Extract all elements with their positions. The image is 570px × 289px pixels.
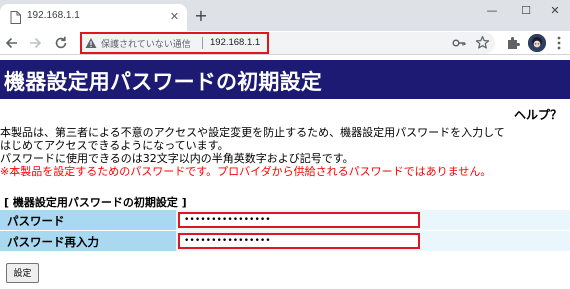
password-confirm-label-cell: パスワード再入力 <box>0 231 176 251</box>
description-line: はじめてアクセスできるようになっています。 <box>0 139 229 152</box>
password-confirm-label: パスワード再入力 <box>7 235 99 249</box>
password-confirm-row: パスワード再入力 •••••••••••••••• <box>0 231 570 251</box>
password-label-cell: パスワード <box>0 210 176 230</box>
warning-note: ※本製品を設定するためのパスワードです。プロバイダから供給されるパスワードではあ… <box>0 165 492 178</box>
section-title: [ 機器設定用パスワードの初期設定 ] <box>4 196 187 209</box>
bookmark-star-icon[interactable] <box>475 35 490 50</box>
maximize-button[interactable]: ☐ <box>511 2 541 20</box>
description-block: 本製品は、第三者による不意のアクセスや設定変更を防止するため、機器設定用パスワー… <box>0 126 570 178</box>
browser-toolbar: 保護されていない通信 192.168.1.1 <box>0 31 570 55</box>
key-icon[interactable] <box>452 36 466 50</box>
back-arrow-icon[interactable] <box>3 34 21 52</box>
tab-title: 192.168.1.1 <box>27 10 80 21</box>
tab-strip: 192.168.1.1 ✕ + — ☐ ✕ <box>0 0 570 31</box>
browser-tab[interactable]: 192.168.1.1 ✕ <box>0 4 187 31</box>
kebab-menu-icon[interactable] <box>555 35 563 51</box>
profile-avatar-icon <box>528 34 546 52</box>
page-title: 機器設定用パスワードの初期設定 <box>4 70 322 94</box>
password-field-cell: •••••••••••••••• <box>176 210 570 230</box>
page-header-banner: 機器設定用パスワードの初期設定 <box>0 60 570 99</box>
security-status-text[interactable]: 保護されていない通信 <box>101 37 191 50</box>
page-favicon-icon <box>10 11 21 24</box>
password-row: パスワード •••••••••••••••• <box>0 210 570 230</box>
password-label: パスワード <box>7 214 65 228</box>
forward-arrow-icon[interactable] <box>26 34 44 52</box>
tab-close-icon[interactable]: ✕ <box>168 10 181 23</box>
password-confirm-field-cell: •••••••••••••••• <box>176 231 570 251</box>
password-input[interactable]: •••••••••••••••• <box>178 212 420 228</box>
profile-avatar[interactable] <box>528 34 546 52</box>
minimize-button[interactable]: — <box>477 2 507 20</box>
warning-icon[interactable] <box>85 37 97 49</box>
submit-button[interactable]: 設定 <box>6 263 39 283</box>
extensions-puzzle-icon[interactable] <box>506 36 520 50</box>
reload-icon[interactable] <box>52 34 70 52</box>
password-form-table: パスワード •••••••••••••••• パスワード再入力 ••••••••… <box>0 210 570 252</box>
url-text[interactable]: 192.168.1.1 <box>210 37 260 48</box>
new-tab-button[interactable]: + <box>193 8 209 24</box>
description-line: 本製品は、第三者による不意のアクセスや設定変更を防止するため、機器設定用パスワー… <box>0 126 505 139</box>
address-bar[interactable]: 保護されていない通信 192.168.1.1 <box>80 32 495 54</box>
password-confirm-input[interactable]: •••••••••••••••• <box>178 233 420 249</box>
window-close-button[interactable]: ✕ <box>540 2 570 20</box>
description-line: パスワードに使用できるのは32文字以内の半角英数字および記号です。 <box>0 152 354 165</box>
help-link[interactable]: ヘルプ？ <box>514 106 562 123</box>
url-divider <box>202 37 203 49</box>
